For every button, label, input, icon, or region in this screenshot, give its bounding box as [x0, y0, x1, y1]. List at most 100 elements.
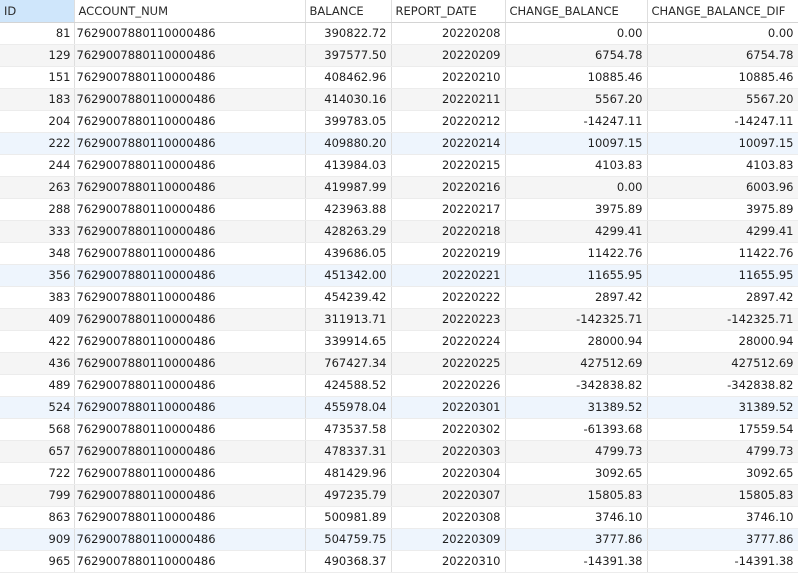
- column-header-account-num[interactable]: ACCOUNT_NUM: [74, 0, 306, 23]
- cell-change-balance[interactable]: 3092.65: [505, 462, 648, 485]
- cell-report-date[interactable]: 20220221: [391, 264, 506, 287]
- column-header-id[interactable]: ID: [0, 0, 75, 23]
- cell-change-balance-dif[interactable]: 2897.42: [647, 286, 798, 309]
- cell-id[interactable]: 183: [0, 88, 75, 111]
- cell-change-balance[interactable]: 15805.83: [505, 484, 648, 507]
- cell-id[interactable]: 356: [0, 264, 75, 287]
- cell-balance[interactable]: 311913.71: [305, 308, 392, 331]
- cell-account-num[interactable]: 7629007880110000486: [74, 506, 306, 529]
- cell-id[interactable]: 568: [0, 418, 75, 441]
- cell-account-num[interactable]: 7629007880110000486: [74, 550, 306, 573]
- cell-id[interactable]: 422: [0, 330, 75, 353]
- cell-change-balance-dif[interactable]: 10097.15: [647, 132, 798, 155]
- cell-id[interactable]: 489: [0, 374, 75, 397]
- cell-id[interactable]: 81: [0, 22, 75, 45]
- table-row[interactable]: 722 7629007880110000486 481429.96 20220304 3…: [0, 462, 798, 485]
- cell-report-date[interactable]: 20220218: [391, 220, 506, 243]
- table-row[interactable]: 422 7629007880110000486 339914.65 20220224 2…: [0, 330, 798, 353]
- cell-report-date[interactable]: 20220224: [391, 330, 506, 353]
- cell-balance[interactable]: 439686.05: [305, 242, 392, 265]
- cell-change-balance[interactable]: 2897.42: [505, 286, 648, 309]
- cell-change-balance[interactable]: 3746.10: [505, 506, 648, 529]
- cell-account-num[interactable]: 7629007880110000486: [74, 308, 306, 331]
- cell-balance[interactable]: 455978.04: [305, 396, 392, 419]
- cell-balance[interactable]: 397577.50: [305, 44, 392, 67]
- cell-account-num[interactable]: 7629007880110000486: [74, 352, 306, 375]
- cell-report-date[interactable]: 20220216: [391, 176, 506, 199]
- column-header-balance[interactable]: BALANCE: [305, 0, 392, 23]
- cell-change-balance-dif[interactable]: 28000.94: [647, 330, 798, 353]
- cell-report-date[interactable]: 20220308: [391, 506, 506, 529]
- cell-account-num[interactable]: 7629007880110000486: [74, 440, 306, 463]
- cell-id[interactable]: 436: [0, 352, 75, 375]
- table-row[interactable]: 965 7629007880110000486 490368.37 20220310-…: [0, 550, 798, 573]
- result-grid[interactable]: ID ACCOUNT_NUM BALANCE REPORT_DATE CHANG…: [0, 0, 798, 578]
- cell-balance[interactable]: 767427.34: [305, 352, 392, 375]
- cell-report-date[interactable]: 20220303: [391, 440, 506, 463]
- cell-report-date[interactable]: 20220304: [391, 462, 506, 485]
- cell-report-date[interactable]: 20220214: [391, 132, 506, 155]
- cell-balance[interactable]: 414030.16: [305, 88, 392, 111]
- cell-balance[interactable]: 399783.05: [305, 110, 392, 133]
- cell-balance[interactable]: 428263.29: [305, 220, 392, 243]
- cell-account-num[interactable]: 7629007880110000486: [74, 198, 306, 221]
- table-row[interactable]: 489 7629007880110000486 424588.52 20220226-…: [0, 374, 798, 397]
- cell-id[interactable]: 222: [0, 132, 75, 155]
- cell-report-date[interactable]: 20220226: [391, 374, 506, 397]
- table-row[interactable]: 409 7629007880110000486 311913.71 20220223-…: [0, 308, 798, 331]
- cell-id[interactable]: 151: [0, 66, 75, 89]
- cell-report-date[interactable]: 20220310: [391, 550, 506, 573]
- cell-change-balance-dif[interactable]: 4299.41: [647, 220, 798, 243]
- table-row[interactable]: 204 7629007880110000486 399783.05 20220212 -…: [0, 110, 798, 133]
- cell-report-date[interactable]: 20220212: [391, 110, 506, 133]
- table-row[interactable]: 129 7629007880110000486 397577.50 20220209 6…: [0, 44, 798, 67]
- cell-report-date[interactable]: 20220210: [391, 66, 506, 89]
- table-row[interactable]: 436 7629007880110000486 767427.34 20220225 4…: [0, 352, 798, 375]
- cell-id[interactable]: 244: [0, 154, 75, 177]
- cell-change-balance[interactable]: 10885.46: [505, 66, 648, 89]
- table-row[interactable]: 81 7629007880110000486 390822.72 20220208 0.…: [0, 22, 798, 45]
- cell-report-date[interactable]: 20220211: [391, 88, 506, 111]
- cell-change-balance[interactable]: 4299.41: [505, 220, 648, 243]
- cell-change-balance[interactable]: -342838.82: [505, 374, 648, 397]
- table-row[interactable]: 288 7629007880110000486 423963.88 20220217 3…: [0, 198, 798, 221]
- cell-change-balance-dif[interactable]: 10885.46: [647, 66, 798, 89]
- cell-account-num[interactable]: 7629007880110000486: [74, 220, 306, 243]
- cell-id[interactable]: 263: [0, 176, 75, 199]
- cell-change-balance[interactable]: 11655.95: [505, 264, 648, 287]
- cell-balance[interactable]: 413984.03: [305, 154, 392, 177]
- cell-id[interactable]: 383: [0, 286, 75, 309]
- cell-account-num[interactable]: 7629007880110000486: [74, 242, 306, 265]
- cell-change-balance[interactable]: -142325.71: [505, 308, 648, 331]
- cell-report-date[interactable]: 20220208: [391, 22, 506, 45]
- cell-id[interactable]: 863: [0, 506, 75, 529]
- cell-change-balance-dif[interactable]: 4799.73: [647, 440, 798, 463]
- cell-account-num[interactable]: 7629007880110000486: [74, 44, 306, 67]
- cell-balance[interactable]: 408462.96: [305, 66, 392, 89]
- cell-change-balance-dif[interactable]: 17559.54: [647, 418, 798, 441]
- cell-id[interactable]: 965: [0, 550, 75, 573]
- cell-id[interactable]: 657: [0, 440, 75, 463]
- cell-report-date[interactable]: 20220223: [391, 308, 506, 331]
- table-row[interactable]: 333 7629007880110000486 428263.29 20220218 4…: [0, 220, 798, 243]
- cell-change-balance-dif[interactable]: 3092.65: [647, 462, 798, 485]
- cell-change-balance-dif[interactable]: 0.00: [647, 22, 798, 45]
- cell-change-balance[interactable]: 11422.76: [505, 242, 648, 265]
- cell-id[interactable]: 288: [0, 198, 75, 221]
- cell-account-num[interactable]: 7629007880110000486: [74, 110, 306, 133]
- cell-change-balance[interactable]: -14391.38: [505, 550, 648, 573]
- cell-id[interactable]: 909: [0, 528, 75, 551]
- cell-change-balance-dif[interactable]: 3975.89: [647, 198, 798, 221]
- cell-id[interactable]: 129: [0, 44, 75, 67]
- cell-change-balance-dif[interactable]: 6003.96: [647, 176, 798, 199]
- cell-report-date[interactable]: 20220309: [391, 528, 506, 551]
- cell-account-num[interactable]: 7629007880110000486: [74, 374, 306, 397]
- cell-change-balance[interactable]: 4799.73: [505, 440, 648, 463]
- cell-report-date[interactable]: 20220307: [391, 484, 506, 507]
- cell-id[interactable]: 204: [0, 110, 75, 133]
- cell-account-num[interactable]: 7629007880110000486: [74, 418, 306, 441]
- cell-change-balance[interactable]: 427512.69: [505, 352, 648, 375]
- cell-change-balance-dif[interactable]: -14247.11: [647, 110, 798, 133]
- cell-change-balance[interactable]: 31389.52: [505, 396, 648, 419]
- cell-id[interactable]: 524: [0, 396, 75, 419]
